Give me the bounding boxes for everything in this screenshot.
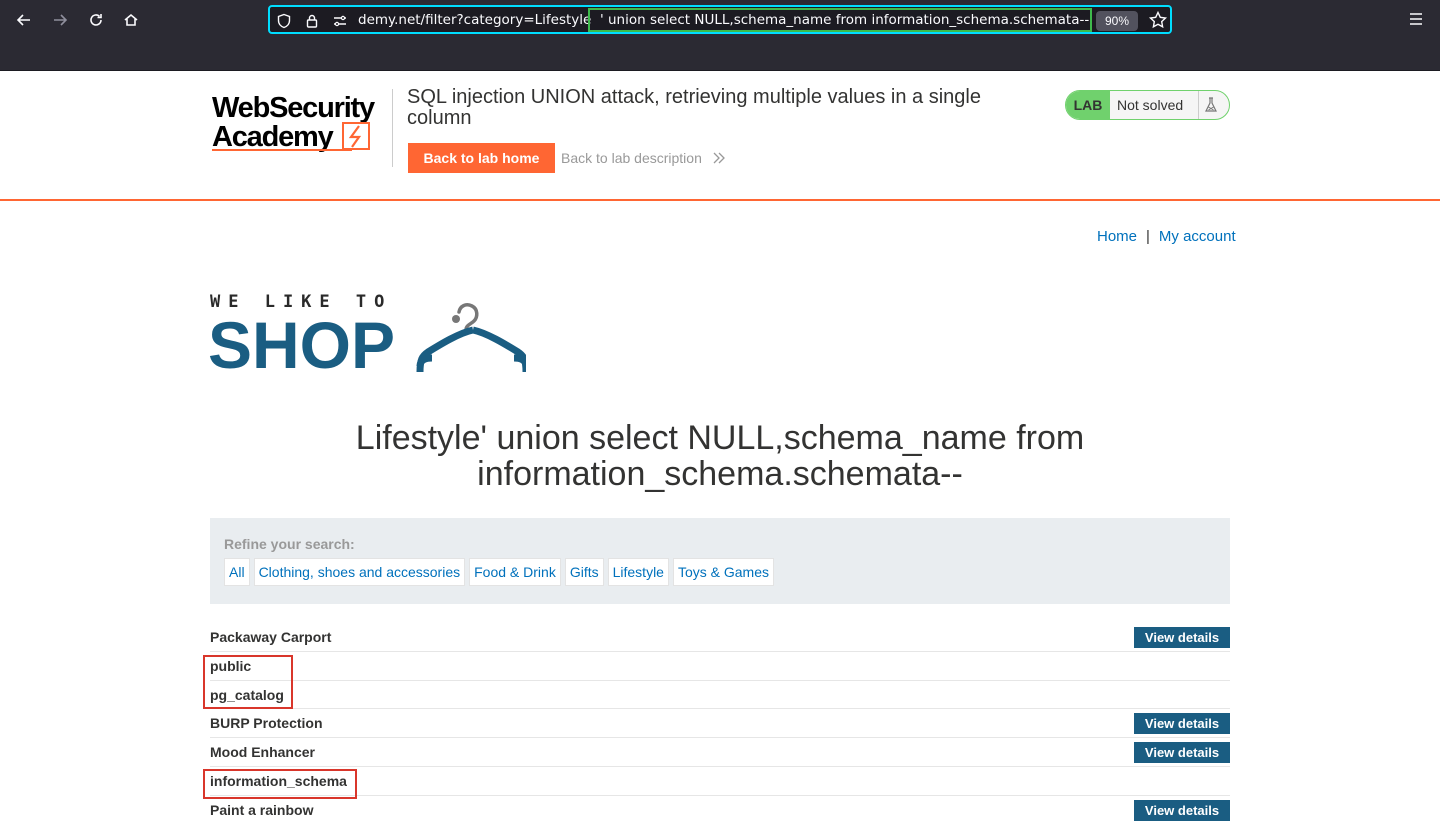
my-account-link[interactable]: My account <box>1159 228 1236 245</box>
view-details-button[interactable]: View details <box>1134 742 1230 764</box>
forward-arrow-icon[interactable] <box>49 9 71 31</box>
logo-line1: WebSecurity <box>212 92 375 124</box>
table-row: public <box>210 652 1230 681</box>
category-filters: All Clothing, shoes and accessories Food… <box>224 558 778 586</box>
header-divider <box>392 89 393 167</box>
table-row: Paint a rainbow View details <box>210 796 1230 825</box>
view-details-button[interactable]: View details <box>1134 713 1230 735</box>
url-text: demy.net/filter?category=Lifestyle <box>358 12 592 28</box>
web-security-academy-logo[interactable]: WebSecurity Academy <box>210 89 392 153</box>
filter-food-drink[interactable]: Food & Drink <box>469 558 561 586</box>
zoom-level[interactable]: 90% <box>1096 11 1138 31</box>
view-details-button[interactable]: View details <box>1134 799 1230 821</box>
shop-logo: WE LIKE TO SHOP <box>208 290 530 382</box>
home-icon[interactable] <box>120 9 142 31</box>
lab-status-widget: LAB Not solved <box>1065 90 1230 120</box>
browser-toolbar: demy.net/filter?category=Lifestyle ' uni… <box>0 0 1440 71</box>
logo-line2: Academy <box>212 121 334 153</box>
category-heading: Lifestyle' union select NULL,schema_name… <box>355 419 1085 493</box>
table-row: information_schema <box>210 767 1230 796</box>
filter-lifestyle[interactable]: Lifestyle <box>607 558 669 586</box>
lab-title: SQL injection UNION attack, retrieving m… <box>407 86 981 129</box>
schema-highlight-box <box>203 769 357 799</box>
product-name: Packaway Carport <box>210 629 332 645</box>
schema-highlight-box <box>203 655 293 709</box>
view-details-button[interactable]: View details <box>1134 627 1230 648</box>
filter-gifts[interactable]: Gifts <box>564 558 604 586</box>
lab-status-separator <box>1198 91 1199 119</box>
permissions-icon[interactable] <box>332 13 348 29</box>
hamburger-menu-icon[interactable] <box>1406 9 1426 29</box>
filter-clothing[interactable]: Clothing, shoes and accessories <box>253 558 466 586</box>
lock-icon[interactable] <box>304 13 320 29</box>
bookmark-star-icon[interactable] <box>1148 10 1168 30</box>
table-row: Mood Enhancer View details <box>210 738 1230 767</box>
table-row: Packaway Carport View details <box>210 623 1230 652</box>
top-nav: Home | My account <box>1097 228 1236 245</box>
lab-status-text: Not solved <box>1117 97 1184 113</box>
home-link[interactable]: Home <box>1097 228 1137 245</box>
table-row: BURP Protection View details <box>210 709 1230 739</box>
refine-search-panel: Refine your search: All Clothing, shoes … <box>210 518 1230 604</box>
hanger-icon <box>416 303 526 373</box>
flask-icon <box>1205 97 1217 112</box>
back-to-lab-description-link[interactable]: Back to lab description <box>561 150 702 166</box>
table-row: pg_catalog <box>210 681 1230 710</box>
lab-badge: LAB <box>1066 91 1110 119</box>
address-bar[interactable]: demy.net/filter?category=Lifestyle ' uni… <box>268 5 1172 34</box>
url-injection-text: ' union select NULL,schema_name from inf… <box>600 12 1090 28</box>
shop-word: SHOP <box>208 308 396 382</box>
back-arrow-icon[interactable] <box>13 9 35 31</box>
shield-icon[interactable] <box>276 13 292 29</box>
product-name: Paint a rainbow <box>210 801 314 818</box>
product-table: Packaway Carport View details public pg_… <box>203 623 1230 825</box>
nav-separator: | <box>1146 228 1150 245</box>
reload-icon[interactable] <box>85 9 107 31</box>
filter-toys-games[interactable]: Toys & Games <box>672 558 774 586</box>
refine-label: Refine your search: <box>224 536 355 552</box>
back-to-lab-home-button[interactable]: Back to lab home <box>408 143 555 173</box>
double-chevron-right-icon[interactable] <box>712 151 726 165</box>
product-name: BURP Protection <box>210 715 323 732</box>
product-name: Mood Enhancer <box>210 744 316 761</box>
academy-header: WebSecurity Academy SQL injection UNION … <box>0 71 1440 201</box>
filter-all[interactable]: All <box>224 558 250 586</box>
